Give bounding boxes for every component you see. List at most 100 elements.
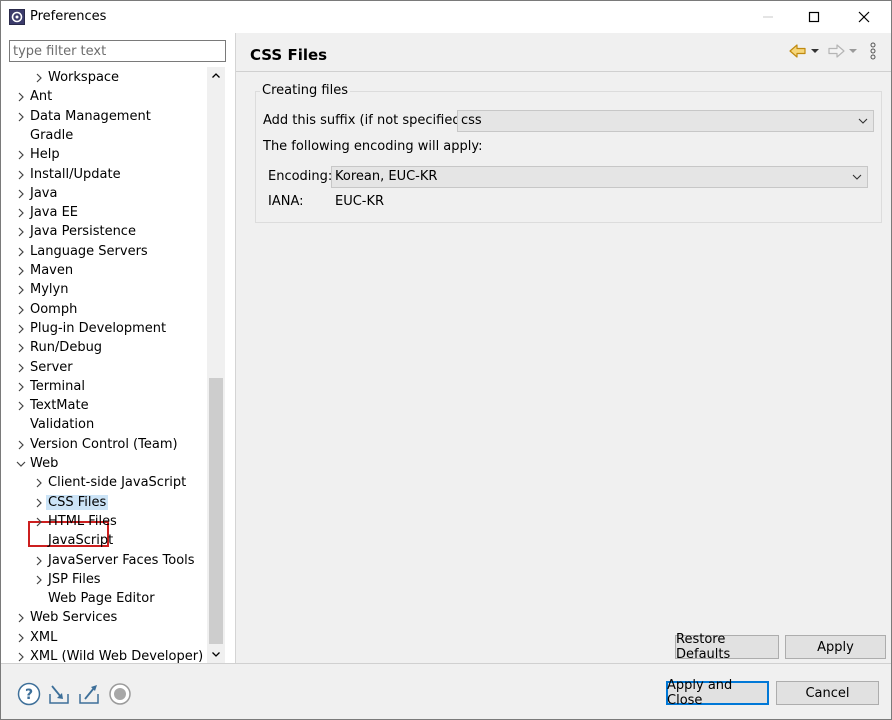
tree-item[interactable]: Workspace [1, 69, 207, 88]
chevron-right-icon[interactable] [15, 226, 27, 238]
back-button[interactable] [788, 41, 808, 61]
scroll-thumb[interactable] [209, 378, 223, 644]
tree-item[interactable]: XML (Wild Web Developer) [1, 648, 207, 663]
back-history-dropdown[interactable] [810, 41, 820, 61]
chevron-right-icon[interactable] [15, 400, 27, 412]
dialog-button-bar: ? Apply and Close Cancel [1, 664, 891, 719]
eclipse-app-icon [9, 9, 25, 25]
chevron-right-icon[interactable] [15, 304, 27, 316]
chevron-right-icon[interactable] [15, 342, 27, 354]
tree-item[interactable]: JavaServer Faces Tools [1, 552, 207, 571]
apply-and-close-button[interactable]: Apply and Close [666, 678, 769, 708]
forward-history-dropdown[interactable] [848, 41, 858, 61]
chevron-right-icon[interactable] [33, 72, 45, 84]
chevron-right-icon[interactable] [15, 91, 27, 103]
chevron-right-icon[interactable] [15, 188, 27, 200]
tree-item[interactable]: Validation [1, 416, 207, 435]
encoding-value: Korean, EUC-KR [335, 169, 438, 184]
tree-item-label: Workspace [48, 70, 120, 85]
chevron-right-icon[interactable] [33, 555, 45, 567]
tree-item-label: Help [30, 147, 60, 163]
tree-item[interactable]: Install/Update [1, 166, 207, 185]
chevron-right-icon[interactable] [15, 651, 27, 663]
chevron-right-icon[interactable] [15, 246, 27, 258]
chevron-right-icon[interactable] [15, 111, 27, 123]
view-menu-button[interactable] [868, 41, 878, 61]
tree-item[interactable]: Java Persistence [1, 223, 207, 242]
tree-item[interactable]: Language Servers [1, 243, 207, 262]
chevron-right-icon[interactable] [15, 207, 27, 219]
record-icon[interactable] [108, 682, 132, 706]
tree-item[interactable]: Version Control (Team) [1, 436, 207, 455]
chevron-right-icon[interactable] [15, 149, 27, 161]
encoding-note: The following encoding will apply: [263, 139, 483, 154]
scroll-down-button[interactable] [207, 645, 225, 663]
tree-item[interactable]: TextMate [1, 397, 207, 416]
back-arrow-icon [789, 44, 806, 58]
chevron-right-icon[interactable] [15, 265, 27, 277]
tree-item[interactable]: Java EE [1, 204, 207, 223]
chevron-right-icon[interactable] [33, 516, 45, 528]
tree-item[interactable]: Oomph [1, 301, 207, 320]
tree-item[interactable]: Help [1, 146, 207, 165]
tree-item[interactable]: Maven [1, 262, 207, 281]
tree-item[interactable]: Data Management [1, 108, 207, 127]
chevron-down-icon[interactable] [15, 458, 27, 470]
apply-button[interactable]: Apply [785, 635, 886, 659]
scroll-up-button[interactable] [207, 67, 225, 85]
tree-item[interactable]: HTML Files [1, 513, 207, 532]
forward-button[interactable] [826, 41, 846, 61]
maximize-icon [808, 11, 820, 23]
import-icon[interactable] [47, 682, 71, 706]
chevron-right-icon[interactable] [15, 612, 27, 624]
tree-item[interactable]: Terminal [1, 378, 207, 397]
tree-item[interactable]: Run/Debug [1, 339, 207, 358]
filter-input[interactable] [9, 40, 226, 62]
iana-label: IANA: [268, 194, 304, 209]
tree-item[interactable]: Gradle [1, 127, 207, 146]
suffix-combo[interactable]: css [457, 110, 874, 132]
tree-item[interactable]: JavaScript [1, 532, 207, 551]
tree-item[interactable]: CSS Files [1, 494, 207, 513]
chevron-right-icon[interactable] [15, 632, 27, 644]
tree-scrollbar[interactable] [207, 67, 225, 663]
tree-item[interactable]: Server [1, 359, 207, 378]
creating-files-group: Creating files Add this suffix (if not s… [255, 83, 882, 223]
tree-item[interactable]: Web Page Editor [1, 590, 207, 609]
more-vertical-icon [870, 42, 876, 60]
tree-item[interactable]: Java [1, 185, 207, 204]
maximize-button[interactable] [791, 1, 837, 33]
chevron-right-icon[interactable] [15, 323, 27, 335]
tree-item-label: HTML Files [48, 513, 117, 529]
dropdown-arrow-icon [849, 49, 857, 53]
preference-page: CSS Files Creating files Add this suffix… [236, 33, 891, 663]
tree-item[interactable]: Web Services [1, 609, 207, 628]
tree-item[interactable]: Plug-in Development [1, 320, 207, 339]
help-icon[interactable]: ? [17, 682, 41, 706]
chevron-right-icon[interactable] [15, 284, 27, 296]
tree-item-label: JavaScript [48, 533, 114, 549]
export-icon[interactable] [77, 682, 101, 706]
chevron-right-icon[interactable] [15, 362, 27, 374]
chevron-right-icon[interactable] [15, 439, 27, 451]
close-button[interactable] [841, 1, 887, 33]
chevron-right-icon[interactable] [15, 381, 27, 393]
chevron-right-icon[interactable] [33, 477, 45, 489]
preferences-window: Preferences Workspace Ant Data Management G… [0, 0, 892, 720]
chevron-right-icon[interactable] [33, 497, 45, 509]
tree-item[interactable]: Client-side JavaScript [1, 474, 207, 493]
chevron-right-icon[interactable] [15, 169, 27, 181]
restore-defaults-button[interactable]: Restore Defaults [675, 632, 779, 662]
iana-value: EUC-KR [335, 194, 385, 209]
tree-item[interactable]: Mylyn [1, 281, 207, 300]
tree-item[interactable]: Web [1, 455, 207, 474]
tree-item[interactable]: JSP Files [1, 571, 207, 590]
chevron-right-icon[interactable] [33, 574, 45, 586]
chevron-up-icon [212, 73, 220, 78]
minimize-button[interactable] [745, 1, 791, 33]
group-title: Creating files [260, 83, 351, 98]
tree-item[interactable]: XML [1, 629, 207, 648]
encoding-combo[interactable]: Korean, EUC-KR [331, 166, 868, 188]
cancel-button[interactable]: Cancel [776, 681, 879, 705]
tree-item[interactable]: Ant [1, 88, 207, 107]
